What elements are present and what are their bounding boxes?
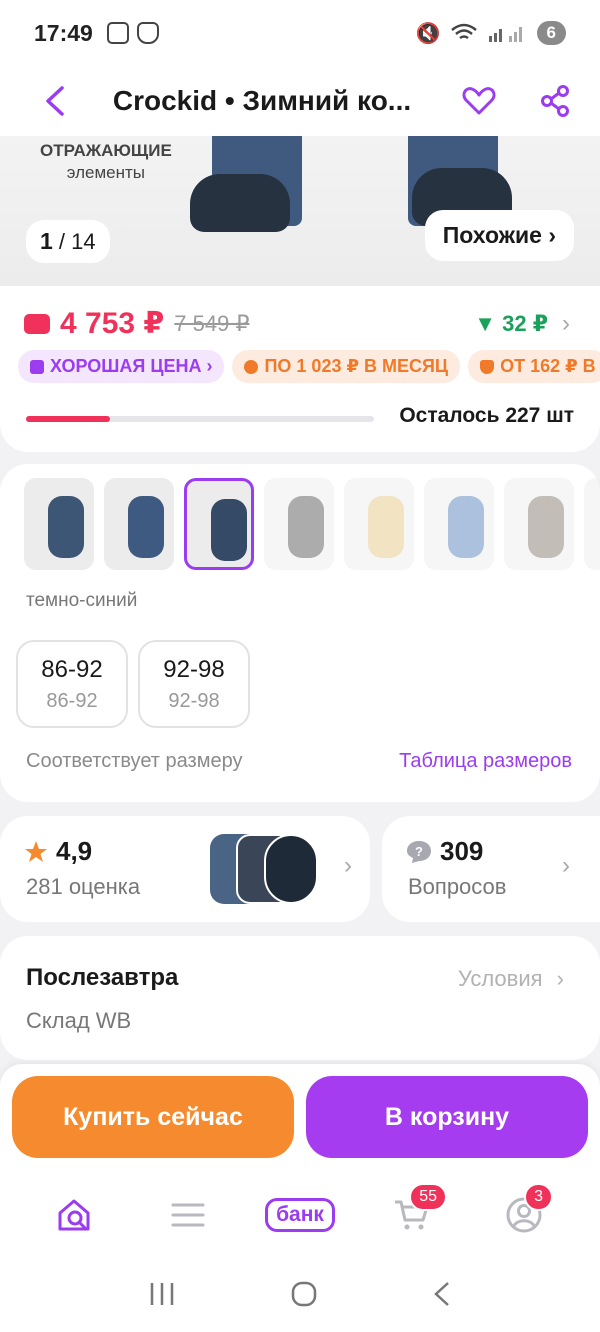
signal-icon bbox=[488, 27, 522, 42]
shield-icon bbox=[136, 22, 159, 44]
heart-icon[interactable] bbox=[462, 86, 496, 116]
color-thumbnail[interactable] bbox=[264, 478, 334, 570]
product-variant-image bbox=[288, 496, 324, 558]
color-thumbnail[interactable] bbox=[344, 478, 414, 570]
nav-cart[interactable]: 55 bbox=[377, 1183, 447, 1245]
good-price-badge[interactable]: ХОРОШАЯ ЦЕНА › bbox=[18, 350, 225, 383]
variants-card: темно-синий 86-92 86-92 92-98 92-98 Соот… bbox=[0, 464, 600, 802]
credit-badge[interactable]: ОТ 162 ₽ В bbox=[468, 350, 600, 383]
product-variant-image bbox=[368, 496, 404, 558]
size-table-link[interactable]: Таблица размеров bbox=[399, 750, 572, 773]
product-variant-image bbox=[448, 496, 484, 558]
warehouse-label: Склад WB bbox=[26, 1008, 132, 1033]
thumbs-up-icon bbox=[30, 359, 44, 374]
questions-count: 309 bbox=[440, 836, 484, 866]
cart-count-badge: 55 bbox=[409, 1183, 447, 1211]
installment-badge[interactable]: ПО 1 023 ₽ В МЕСЯЦ bbox=[232, 350, 461, 383]
similar-products-button[interactable]: Похожие › bbox=[424, 210, 574, 261]
review-photo bbox=[264, 834, 318, 904]
buy-now-button[interactable]: Купить сейчас bbox=[12, 1076, 294, 1158]
review-photos[interactable] bbox=[210, 834, 320, 904]
delivery-date: Послезавтра bbox=[26, 964, 179, 991]
current-price: 4 753 ₽ bbox=[60, 307, 165, 340]
color-thumbnail[interactable] bbox=[184, 478, 254, 570]
image-counter: 1 / 14 bbox=[26, 220, 110, 263]
home-button-icon[interactable] bbox=[290, 1280, 318, 1308]
stock-progress-bar bbox=[26, 416, 374, 422]
wifi-icon bbox=[450, 23, 477, 40]
size-selector: 86-92 86-92 92-98 92-98 bbox=[16, 640, 250, 728]
svg-text:?: ? bbox=[415, 844, 423, 859]
color-thumbnail[interactable] bbox=[24, 478, 94, 570]
color-thumbnail[interactable] bbox=[424, 478, 494, 570]
color-thumbnails bbox=[24, 478, 600, 570]
add-to-cart-button[interactable]: В корзину bbox=[306, 1076, 588, 1158]
chevron-right-icon[interactable]: › bbox=[562, 310, 570, 338]
back-arrow-icon[interactable] bbox=[30, 84, 80, 118]
product-image-gallery[interactable]: ОТРАЖАЮЩИЕ элементы 1 / 14 Похожие › bbox=[0, 136, 600, 286]
color-thumbnail[interactable] bbox=[104, 478, 174, 570]
product-variant-image bbox=[48, 496, 84, 558]
question-bubble-icon: ? bbox=[407, 840, 431, 863]
back-button-icon[interactable] bbox=[431, 1280, 453, 1308]
status-bar: 17:49 🔇 6 bbox=[0, 0, 600, 66]
product-photo-boot bbox=[190, 174, 290, 232]
size-fit-note: Соответствует размеру bbox=[26, 750, 243, 772]
menu-icon bbox=[171, 1203, 205, 1227]
chevron-right-icon: › bbox=[556, 966, 564, 991]
price-card: 4 753 ₽ 7 549 ₽ ▼ 32 ₽ › ХОРОШАЯ ЦЕНА › … bbox=[0, 286, 600, 452]
bottom-navigation: банк 55 3 bbox=[0, 1174, 600, 1256]
rating-count: 281 оценка bbox=[26, 874, 141, 899]
pie-chart-icon bbox=[244, 359, 259, 374]
screenshot-icon bbox=[106, 22, 129, 44]
size-option[interactable]: 92-98 92-98 bbox=[138, 640, 250, 728]
delivery-conditions-link[interactable]: Условия › bbox=[458, 966, 564, 992]
product-variant-image bbox=[528, 496, 564, 558]
shield-percent-icon bbox=[480, 359, 495, 374]
wallet-icon bbox=[24, 313, 50, 334]
chevron-right-icon: › bbox=[562, 852, 570, 879]
rating-score: 4,9 bbox=[56, 836, 93, 866]
color-thumbnail[interactable] bbox=[504, 478, 574, 570]
product-variant-image bbox=[211, 499, 247, 561]
bank-logo-icon: банк bbox=[265, 1198, 335, 1232]
share-icon[interactable] bbox=[540, 85, 570, 117]
rating-card[interactable]: 4,9 281 оценка › bbox=[0, 816, 370, 922]
stock-progress-fill bbox=[26, 416, 110, 422]
product-title: Crockid • Зимний ко... bbox=[112, 85, 412, 116]
home-search-icon bbox=[58, 1199, 90, 1231]
recent-apps-icon[interactable] bbox=[147, 1281, 177, 1307]
nav-bank[interactable]: банк bbox=[265, 1185, 335, 1245]
product-variant-image bbox=[128, 496, 164, 558]
nav-home-search[interactable] bbox=[41, 1185, 111, 1245]
battery-indicator: 6 bbox=[536, 21, 566, 45]
questions-label: Вопросов bbox=[408, 874, 507, 899]
image-caption: ОТРАЖАЮЩИЕ элементы bbox=[40, 141, 172, 182]
price-badges: ХОРОШАЯ ЦЕНА › ПО 1 023 ₽ В МЕСЯЦ ОТ 162… bbox=[18, 350, 600, 383]
delivery-card: Послезавтра Условия › Склад WB bbox=[0, 936, 600, 1060]
profile-notification-badge: 3 bbox=[524, 1183, 553, 1211]
system-navigation bbox=[0, 1256, 600, 1332]
size-option[interactable]: 86-92 86-92 bbox=[16, 640, 128, 728]
nav-catalog[interactable] bbox=[153, 1185, 223, 1245]
status-time: 17:49 bbox=[34, 19, 93, 46]
stock-remaining: Осталось 227 шт bbox=[399, 404, 574, 427]
questions-card[interactable]: ? 309 Вопросов › bbox=[382, 816, 600, 922]
mute-icon: 🔇 bbox=[415, 22, 441, 45]
color-thumbnail[interactable] bbox=[584, 478, 600, 570]
product-header: Crockid • Зимний ко... bbox=[0, 66, 600, 136]
purchase-action-bar: Купить сейчас В корзину bbox=[0, 1064, 600, 1174]
cashback-amount[interactable]: ▼ 32 ₽ bbox=[474, 311, 548, 337]
star-icon bbox=[25, 840, 47, 862]
selected-color-label: темно-синий bbox=[26, 590, 138, 611]
chevron-right-icon: › bbox=[344, 852, 352, 879]
nav-profile[interactable]: 3 bbox=[489, 1183, 559, 1245]
old-price: 7 549 ₽ bbox=[174, 310, 250, 336]
